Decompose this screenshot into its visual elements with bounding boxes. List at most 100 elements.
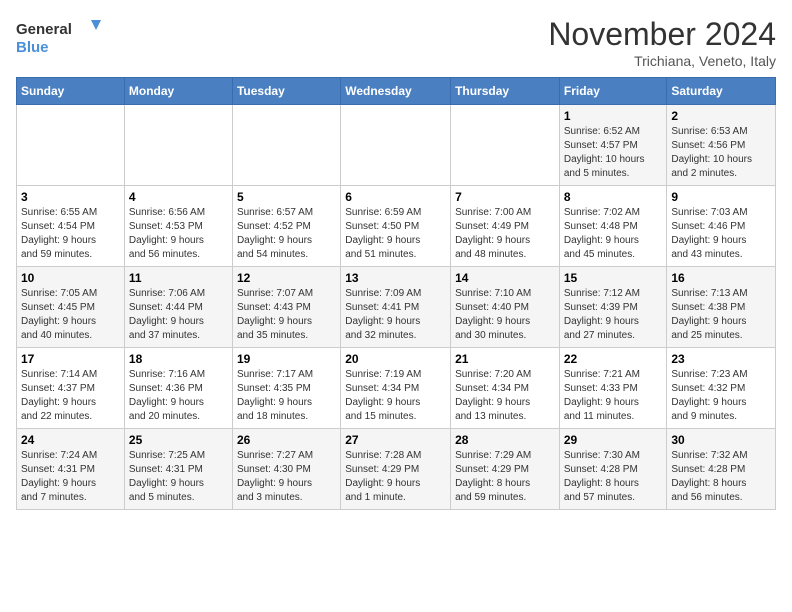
- day-number: 11: [129, 271, 228, 285]
- day-number: 4: [129, 190, 228, 204]
- day-number: 17: [21, 352, 120, 366]
- day-number: 29: [564, 433, 663, 447]
- calendar-cell: [232, 105, 340, 186]
- day-info: Sunrise: 7:24 AMSunset: 4:31 PMDaylight:…: [21, 449, 120, 505]
- day-info: Sunrise: 7:09 AMSunset: 4:41 PMDaylight:…: [345, 287, 446, 343]
- calendar-cell: 29Sunrise: 7:30 AMSunset: 4:28 PMDayligh…: [559, 429, 667, 510]
- day-info: Sunrise: 7:23 AMSunset: 4:32 PMDaylight:…: [671, 368, 771, 424]
- day-info: Sunrise: 7:29 AMSunset: 4:29 PMDaylight:…: [455, 449, 555, 505]
- calendar-cell: 12 Sunrise: 7:07 AMSunset: 4:43 PMDayligh…: [232, 267, 340, 348]
- day-info: Sunrise: 7:28 AMSunset: 4:29 PMDaylight:…: [345, 449, 446, 505]
- day-number: 24: [21, 433, 120, 447]
- calendar-cell: 23 Sunrise: 7:23 AMSunset: 4:32 PMDayligh…: [667, 348, 776, 429]
- svg-text:Blue: Blue: [16, 39, 49, 56]
- calendar-cell: 3Sunrise: 6:55 AMSunset: 4:54 PMDaylight…: [17, 186, 125, 267]
- calendar-cell: 2Sunrise: 6:53 AMSunset: 4:56 PMDaylight…: [667, 105, 776, 186]
- calendar-cell: 10 Sunrise: 7:05 AMSunset: 4:45 PMDayligh…: [17, 267, 125, 348]
- day-info: Sunrise: 7:06 AMSunset: 4:44 PMDaylight:…: [129, 287, 228, 343]
- day-info: Sunrise: 7:05 AMSunset: 4:45 PMDaylight:…: [21, 287, 120, 343]
- calendar-cell: [451, 105, 560, 186]
- calendar-week-row: 1 Sunrise: 6:52 AMSunset: 4:57 PMDaylight…: [17, 105, 776, 186]
- day-info: Sunrise: 7:14 AMSunset: 4:37 PMDaylight:…: [21, 368, 120, 424]
- calendar-cell: 21Sunrise: 7:20 AMSunset: 4:34 PMDayligh…: [451, 348, 560, 429]
- day-number: 14: [455, 271, 555, 285]
- day-number: 18: [129, 352, 228, 366]
- day-info: Sunrise: 7:19 AMSunset: 4:34 PMDaylight:…: [345, 368, 446, 424]
- day-number: 1: [564, 109, 663, 123]
- calendar-cell: [17, 105, 125, 186]
- day-number: 23: [671, 352, 771, 366]
- day-info: Sunrise: 7:21 AMSunset: 4:33 PMDaylight:…: [564, 368, 663, 424]
- day-number: 27: [345, 433, 446, 447]
- day-info: Sunrise: 7:27 AMSunset: 4:30 PMDaylight:…: [237, 449, 336, 505]
- day-info: Sunrise: 6:53 AMSunset: 4:56 PMDaylight:…: [671, 125, 771, 181]
- svg-text:General: General: [16, 21, 72, 38]
- day-number: 6: [345, 190, 446, 204]
- day-number: 8: [564, 190, 663, 204]
- day-info: Sunrise: 7:02 AMSunset: 4:48 PMDaylight:…: [564, 206, 663, 262]
- day-info: Sunrise: 7:03 AMSunset: 4:46 PMDaylight:…: [671, 206, 771, 262]
- calendar-cell: 30 Sunrise: 7:32 AMSunset: 4:28 PMDayligh…: [667, 429, 776, 510]
- day-number: 30: [671, 433, 771, 447]
- logo-svg: General Blue: [16, 16, 106, 60]
- day-number: 20: [345, 352, 446, 366]
- day-info: Sunrise: 6:59 AMSunset: 4:50 PMDaylight:…: [345, 206, 446, 262]
- calendar-cell: 1 Sunrise: 6:52 AMSunset: 4:57 PMDaylight…: [559, 105, 667, 186]
- day-number: 28: [455, 433, 555, 447]
- day-info: Sunrise: 6:57 AMSunset: 4:52 PMDaylight:…: [237, 206, 336, 262]
- day-number: 15: [564, 271, 663, 285]
- day-info: Sunrise: 7:10 AMSunset: 4:40 PMDaylight:…: [455, 287, 555, 343]
- calendar-cell: 22 Sunrise: 7:21 AMSunset: 4:33 PMDayligh…: [559, 348, 667, 429]
- day-number: 10: [21, 271, 120, 285]
- calendar-cell: 25 Sunrise: 7:25 AMSunset: 4:31 PMDayligh…: [124, 429, 232, 510]
- day-info: Sunrise: 7:16 AMSunset: 4:36 PMDaylight:…: [129, 368, 228, 424]
- day-number: 25: [129, 433, 228, 447]
- day-number: 26: [237, 433, 336, 447]
- day-info: Sunrise: 7:20 AMSunset: 4:34 PMDaylight:…: [455, 368, 555, 424]
- day-number: 16: [671, 271, 771, 285]
- calendar-header-thursday: Thursday: [451, 78, 560, 105]
- calendar-week-row: 24 Sunrise: 7:24 AMSunset: 4:31 PMDayligh…: [17, 429, 776, 510]
- title-block: November 2024 Trichiana, Veneto, Italy: [548, 16, 776, 69]
- calendar-header-row: SundayMondayTuesdayWednesdayThursdayFrid…: [17, 78, 776, 105]
- day-info: Sunrise: 6:55 AMSunset: 4:54 PMDaylight:…: [21, 206, 120, 262]
- calendar-header-friday: Friday: [559, 78, 667, 105]
- day-number: 13: [345, 271, 446, 285]
- logo: General Blue: [16, 16, 106, 60]
- location-subtitle: Trichiana, Veneto, Italy: [548, 53, 776, 69]
- day-info: Sunrise: 6:52 AMSunset: 4:57 PMDaylight:…: [564, 125, 663, 181]
- day-number: 7: [455, 190, 555, 204]
- calendar-header-tuesday: Tuesday: [232, 78, 340, 105]
- day-number: 12: [237, 271, 336, 285]
- day-info: Sunrise: 7:00 AMSunset: 4:49 PMDaylight:…: [455, 206, 555, 262]
- calendar-table: SundayMondayTuesdayWednesdayThursdayFrid…: [16, 77, 776, 510]
- calendar-week-row: 17 Sunrise: 7:14 AMSunset: 4:37 PMDayligh…: [17, 348, 776, 429]
- calendar-header-monday: Monday: [124, 78, 232, 105]
- calendar-cell: [341, 105, 451, 186]
- calendar-cell: 20 Sunrise: 7:19 AMSunset: 4:34 PMDayligh…: [341, 348, 451, 429]
- day-number: 19: [237, 352, 336, 366]
- calendar-cell: 18 Sunrise: 7:16 AMSunset: 4:36 PMDayligh…: [124, 348, 232, 429]
- calendar-cell: 4Sunrise: 6:56 AMSunset: 4:53 PMDaylight…: [124, 186, 232, 267]
- calendar-cell: 13 Sunrise: 7:09 AMSunset: 4:41 PMDayligh…: [341, 267, 451, 348]
- day-number: 22: [564, 352, 663, 366]
- day-info: Sunrise: 7:13 AMSunset: 4:38 PMDaylight:…: [671, 287, 771, 343]
- calendar-cell: [124, 105, 232, 186]
- calendar-cell: 26 Sunrise: 7:27 AMSunset: 4:30 PMDayligh…: [232, 429, 340, 510]
- calendar-cell: 7 Sunrise: 7:00 AMSunset: 4:49 PMDaylight…: [451, 186, 560, 267]
- calendar-cell: 16 Sunrise: 7:13 AMSunset: 4:38 PMDayligh…: [667, 267, 776, 348]
- day-number: 9: [671, 190, 771, 204]
- day-info: Sunrise: 7:07 AMSunset: 4:43 PMDaylight:…: [237, 287, 336, 343]
- calendar-cell: 27 Sunrise: 7:28 AMSunset: 4:29 PMDayligh…: [341, 429, 451, 510]
- calendar-cell: 9 Sunrise: 7:03 AMSunset: 4:46 PMDaylight…: [667, 186, 776, 267]
- day-number: 5: [237, 190, 336, 204]
- calendar-cell: 8 Sunrise: 7:02 AMSunset: 4:48 PMDaylight…: [559, 186, 667, 267]
- calendar-cell: 24 Sunrise: 7:24 AMSunset: 4:31 PMDayligh…: [17, 429, 125, 510]
- month-title: November 2024: [548, 16, 776, 53]
- day-info: Sunrise: 7:25 AMSunset: 4:31 PMDaylight:…: [129, 449, 228, 505]
- calendar-header-sunday: Sunday: [17, 78, 125, 105]
- day-info: Sunrise: 7:17 AMSunset: 4:35 PMDaylight:…: [237, 368, 336, 424]
- calendar-header-saturday: Saturday: [667, 78, 776, 105]
- day-info: Sunrise: 7:32 AMSunset: 4:28 PMDaylight:…: [671, 449, 771, 505]
- calendar-cell: 14 Sunrise: 7:10 AMSunset: 4:40 PMDayligh…: [451, 267, 560, 348]
